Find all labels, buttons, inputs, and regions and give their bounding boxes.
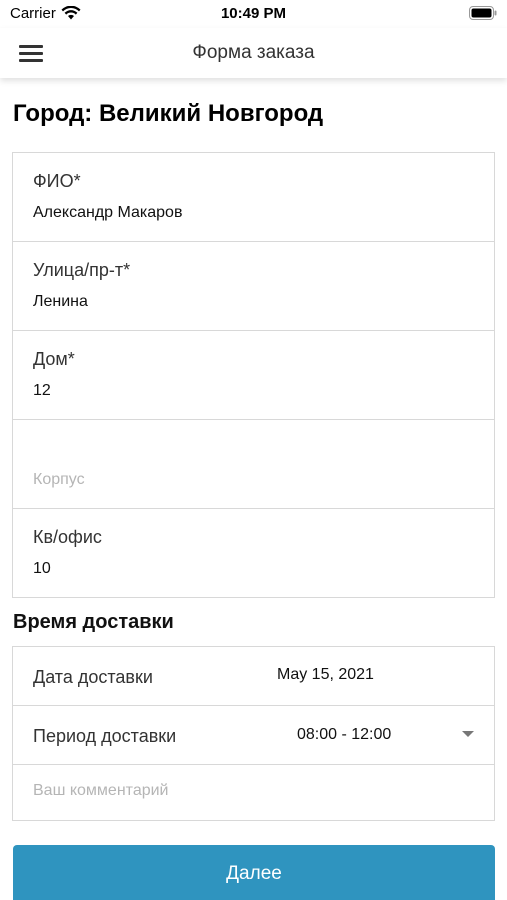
delivery-date-label: Дата доставки [33,667,153,687]
apartment-value[interactable]: 10 [33,560,51,578]
status-time: 10:49 PM [220,5,287,22]
delivery-date-value[interactable]: May 15, 2021 [277,666,374,684]
delivery-date-row[interactable]: Дата доставки May 15, 2021 [12,646,495,706]
building-field[interactable]: Корпус [12,419,495,509]
delivery-period-value[interactable]: 08:00 - 12:00 [297,726,391,744]
fio-field[interactable]: ФИО* Александр Макаров [12,152,495,242]
street-value[interactable]: Ленина [33,293,88,311]
house-value[interactable]: 12 [33,382,51,400]
delivery-section-title: Время доставки [13,611,174,633]
next-button[interactable]: Далее [13,845,495,900]
fio-label: ФИО* [33,171,81,191]
battery-icon [469,6,497,20]
chevron-down-icon[interactable] [462,731,474,737]
city-title: Город: Великий Новгород [13,100,324,127]
comment-placeholder[interactable]: Ваш комментарий [33,782,168,800]
fio-value[interactable]: Александр Макаров [33,204,182,222]
street-label: Улица/пр-т* [33,260,131,280]
delivery-period-label: Период доставки [33,726,177,746]
status-bar: Carrier 10:49 PM [0,0,507,28]
apartment-label: Кв/офис [33,527,102,547]
page-title: Форма заказа [192,42,315,63]
building-placeholder[interactable]: Корпус [33,471,85,489]
street-field[interactable]: Улица/пр-т* Ленина [12,241,495,331]
house-field[interactable]: Дом* 12 [12,330,495,420]
apartment-field[interactable]: Кв/офис 10 [12,508,495,598]
delivery-period-row[interactable]: Период доставки 08:00 - 12:00 [12,705,495,765]
house-label: Дом* [33,349,75,369]
nav-bar: Форма заказа [0,28,507,78]
comment-field[interactable]: Ваш комментарий [12,764,495,821]
